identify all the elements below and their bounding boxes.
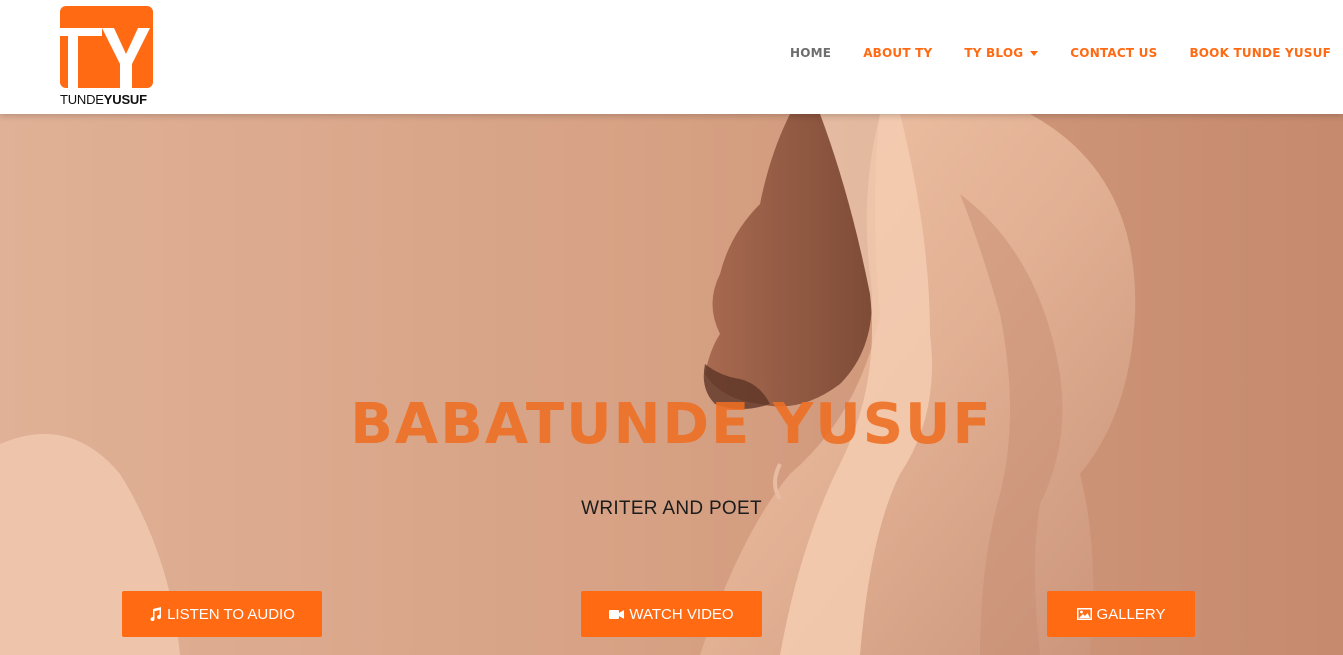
video-camera-icon: [609, 609, 625, 620]
watch-video-button[interactable]: WATCH VIDEO: [581, 591, 762, 637]
main-nav: HOME ABOUT TY TY BLOG CONTACT US BOOK TU…: [790, 46, 1331, 60]
image-icon: [1076, 608, 1092, 620]
nav-item-about-ty[interactable]: ABOUT TY: [863, 46, 932, 60]
gallery-label: GALLERY: [1096, 605, 1166, 623]
nav-item-ty-blog-label: TY BLOG: [964, 46, 1024, 60]
listen-to-audio-label: LISTEN TO AUDIO: [167, 605, 295, 623]
gallery-button[interactable]: GALLERY: [1047, 591, 1195, 637]
hero-subtitle: WRITER AND POET: [581, 498, 762, 519]
nav-item-ty-blog[interactable]: TY BLOG: [964, 46, 1039, 60]
site-logo[interactable]: TUNDEYUSUF: [60, 6, 154, 108]
music-note-icon: [149, 607, 162, 621]
ty-logo-glyph-icon: [60, 28, 150, 88]
chevron-down-icon: [1030, 51, 1039, 56]
nav-item-book-tunde-yusuf[interactable]: BOOK TUNDE YUSUF: [1189, 46, 1331, 60]
hero-title: BABATUNDE YUSUF: [350, 392, 993, 457]
hero-section: BABATUNDE YUSUF WRITER AND POET LISTEN T…: [0, 114, 1343, 655]
site-header: TUNDEYUSUF HOME ABOUT TY TY BLOG CONTACT…: [0, 0, 1343, 114]
logo-wordmark: TUNDEYUSUF: [60, 92, 147, 107]
logo-word-last: YUSUF: [103, 92, 147, 107]
logo-word-first: TUNDE: [60, 92, 104, 107]
nav-item-contact-us[interactable]: CONTACT US: [1070, 46, 1157, 60]
nav-item-home[interactable]: HOME: [790, 46, 831, 60]
listen-to-audio-button[interactable]: LISTEN TO AUDIO: [122, 591, 322, 637]
hero-portrait-image: [0, 114, 1343, 655]
watch-video-label: WATCH VIDEO: [629, 605, 734, 623]
ty-logo-mark: [60, 6, 153, 88]
